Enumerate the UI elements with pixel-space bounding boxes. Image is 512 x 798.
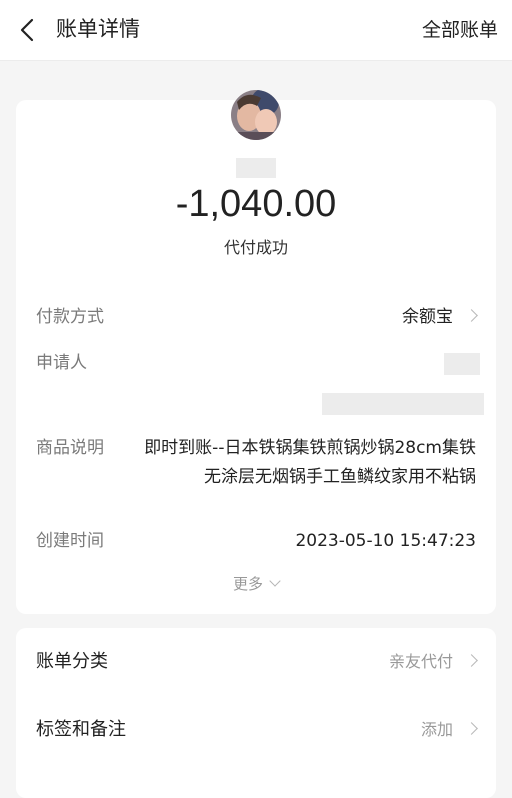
payment-method-label: 付款方式 xyxy=(36,307,104,327)
tags-notes-label: 标签和备注 xyxy=(36,719,126,740)
all-bills-link[interactable]: 全部账单 xyxy=(422,15,498,45)
avatar xyxy=(231,90,281,140)
more-button[interactable]: 更多 xyxy=(16,572,496,596)
product-description-label: 商品说明 xyxy=(36,438,104,458)
bill-status: 代付成功 xyxy=(223,238,288,257)
applicant-name-redacted xyxy=(444,353,480,375)
chevron-right-icon xyxy=(465,654,478,667)
bill-extra-card: 账单分类 亲友代付 标签和备注 添加 xyxy=(16,628,496,798)
payment-method-row[interactable]: 余额宝 xyxy=(402,304,478,330)
chevron-right-icon xyxy=(465,722,478,735)
product-description-value: 即时到账--日本铁锅集铁煎锅炒锅28cm集铁无涂层无烟锅手工鱼鳞纹家用不粘锅 xyxy=(144,438,476,487)
chevron-down-icon xyxy=(269,575,281,587)
chevron-right-icon xyxy=(465,309,478,322)
page-title: 账单详情 xyxy=(56,17,140,41)
top-nav-bar: 账单详情 全部账单 xyxy=(0,0,512,61)
payment-method-value: 余额宝 xyxy=(402,307,453,327)
bill-category-label: 账单分类 xyxy=(36,651,108,672)
created-time-label: 创建时间 xyxy=(36,531,104,551)
bill-amount: -1,040.00 xyxy=(175,183,337,225)
created-time-value: 2023-05-10 15:47:23 xyxy=(295,531,476,551)
more-label: 更多 xyxy=(232,575,263,593)
bill-category-row[interactable]: 亲友代付 xyxy=(388,648,478,676)
tags-notes-value: 添加 xyxy=(420,720,453,739)
applicant-label: 申请人 xyxy=(36,353,87,373)
applicant-account-redacted xyxy=(322,393,484,415)
payee-name-redacted xyxy=(236,158,276,178)
back-arrow-icon[interactable] xyxy=(14,16,42,44)
bill-category-value: 亲友代付 xyxy=(388,652,453,671)
bill-summary-card: -1,040.00 代付成功 付款方式 余额宝 申请人 商品说明 即时到账--日… xyxy=(16,90,496,614)
tags-notes-row[interactable]: 添加 xyxy=(420,716,478,744)
avatar-photo xyxy=(231,90,281,140)
